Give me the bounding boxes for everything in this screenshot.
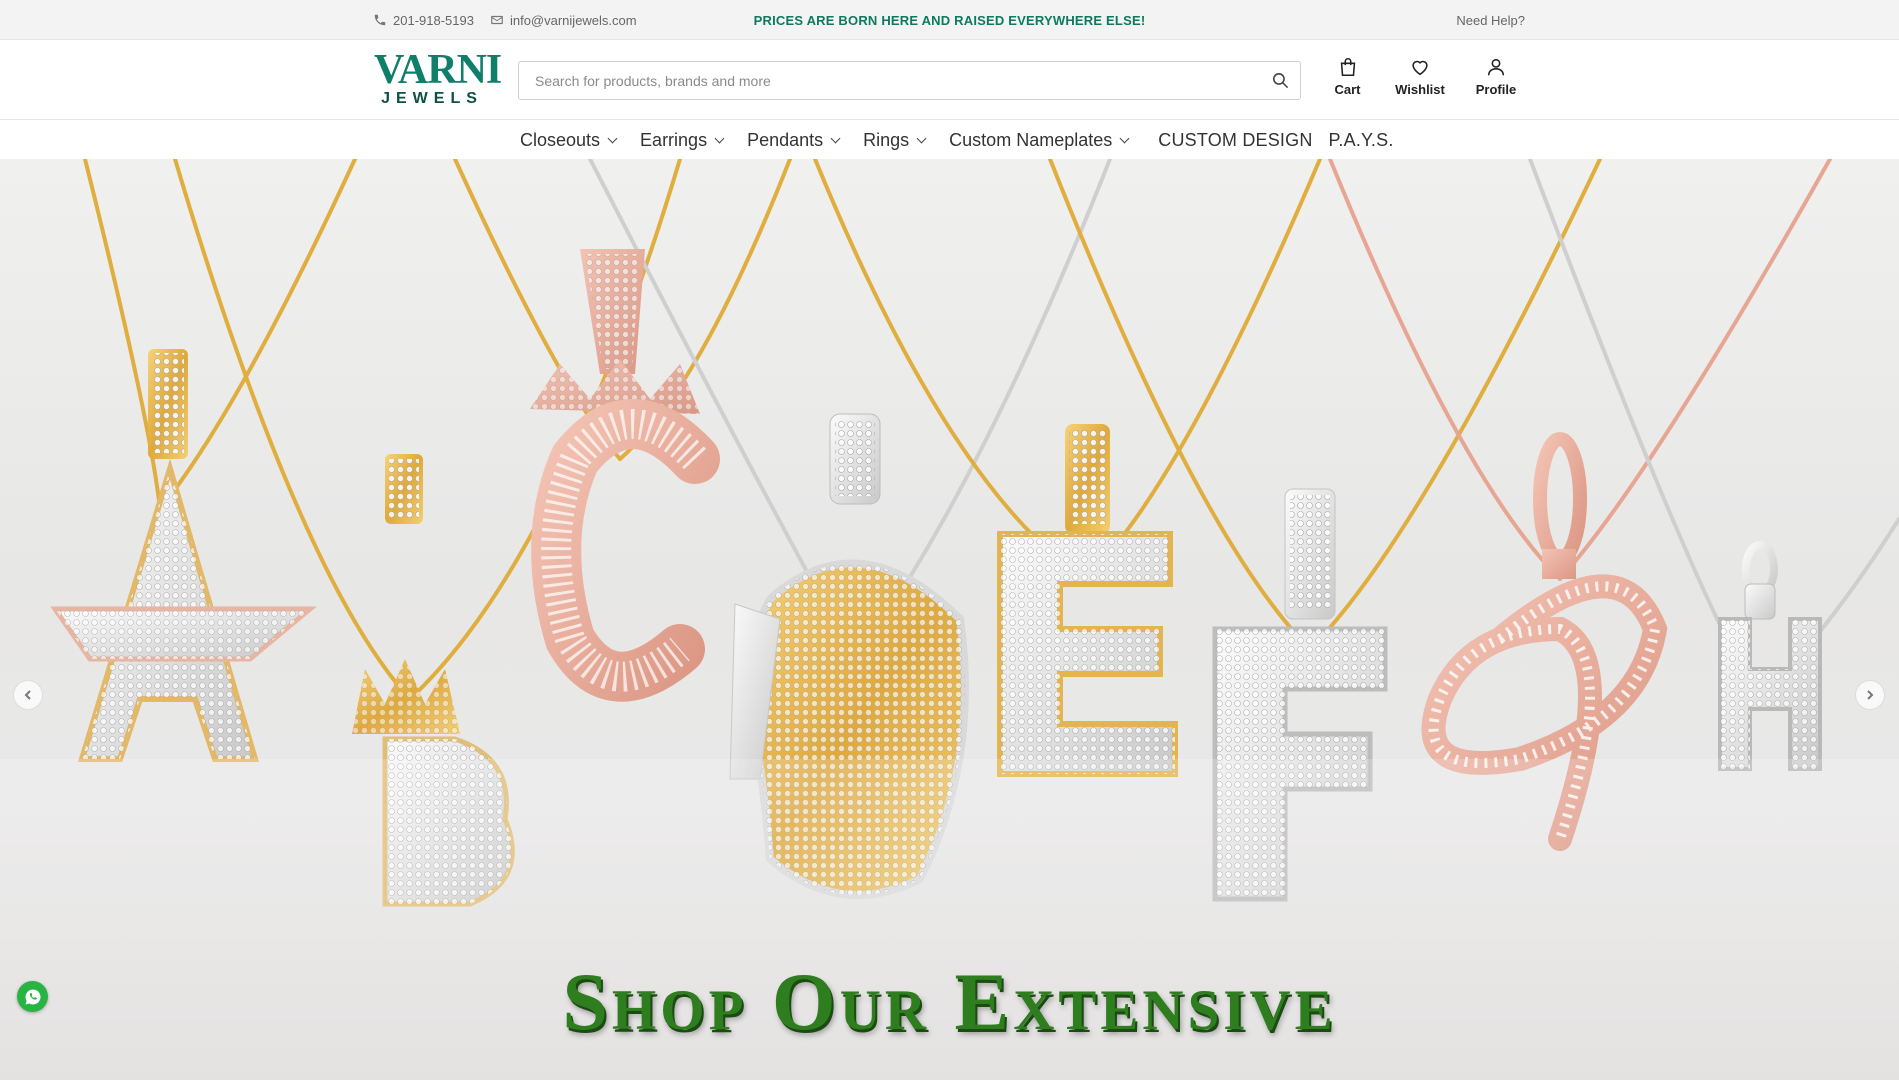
pendant-letter-c <box>530 249 720 702</box>
hero-carousel[interactable]: Shop Our Extensive <box>0 159 1899 1080</box>
nav-item-rings[interactable]: Rings <box>863 129 927 151</box>
email-link[interactable]: info@varnijewels.com <box>490 13 637 28</box>
nav-label: Closeouts <box>520 129 601 150</box>
cart-label: Cart <box>1334 82 1361 97</box>
phone-icon <box>374 14 386 26</box>
search-bar <box>518 61 1301 100</box>
nav-item-custom-nameplates[interactable]: Custom Nameplates <box>949 129 1130 151</box>
profile-label: Profile <box>1475 82 1517 97</box>
chevron-right-icon <box>1867 690 1874 700</box>
email-address: info@varnijewels.com <box>509 12 637 28</box>
chain-lines <box>83 159 1899 701</box>
nav-label: Pendants <box>747 129 824 150</box>
chevron-down-icon <box>1119 133 1130 143</box>
envelope-icon <box>491 15 503 25</box>
chevron-down-icon <box>830 133 841 143</box>
chevron-down-icon <box>607 133 618 143</box>
logo[interactable]: VARNI JEWELS <box>374 47 502 110</box>
carousel-next-button[interactable] <box>1855 680 1885 710</box>
pendant-letter-a <box>50 349 317 762</box>
nav-item-closeouts[interactable]: Closeouts <box>520 129 618 151</box>
pendant-letter-h <box>1718 541 1822 771</box>
carousel-prev-button[interactable] <box>13 680 43 710</box>
nav-label: CUSTOM DESIGN <box>1158 129 1313 150</box>
main-navigation: Closeouts Earrings Pendants Rings Custom… <box>0 121 1899 159</box>
chevron-down-icon <box>714 133 725 143</box>
nav-item-pays[interactable]: P.A.Y.S. <box>1329 130 1394 151</box>
nav-label: Rings <box>863 129 910 150</box>
nav-label: Custom Nameplates <box>949 129 1113 150</box>
profile-button[interactable]: Profile <box>1468 56 1524 97</box>
promo-banner-text: PRICES ARE BORN HERE AND RAISED EVERYWHE… <box>753 12 1146 28</box>
nav-item-earrings[interactable]: Earrings <box>640 129 725 151</box>
nav-item-pendants[interactable]: Pendants <box>747 129 841 151</box>
nav-label: Earrings <box>640 129 708 150</box>
phone-number: 201-918-5193 <box>393 12 474 28</box>
nav-item-custom-design[interactable]: CUSTOM DESIGN <box>1158 130 1312 151</box>
search-icon[interactable] <box>1271 71 1290 90</box>
whatsapp-icon <box>25 989 40 1004</box>
header-actions: Cart Wishlist Profile <box>1320 56 1524 97</box>
user-icon <box>1487 58 1505 76</box>
hero-headline: Shop Our Extensive <box>562 956 1337 1047</box>
phone-link[interactable]: 201-918-5193 <box>373 13 474 28</box>
heart-icon <box>1412 60 1428 76</box>
need-help-link[interactable]: Need Help? <box>1456 0 1525 40</box>
nav-label: P.A.Y.S. <box>1328 129 1394 150</box>
chevron-left-icon <box>24 690 31 700</box>
cart-button[interactable]: Cart <box>1320 56 1375 97</box>
site-header: VARNI JEWELS Cart Wishlist Profile <box>0 40 1899 120</box>
search-input[interactable] <box>519 62 1239 99</box>
logo-subtitle: JEWELS <box>381 90 483 107</box>
logo-wordmark: VARNI <box>374 47 502 93</box>
top-utility-bar: 201-918-5193 info@varnijewels.com PRICES… <box>0 0 1899 40</box>
pendant-letter-e <box>997 424 1178 777</box>
wishlist-button[interactable]: Wishlist <box>1387 56 1453 97</box>
chevron-down-icon <box>916 133 927 143</box>
hero-pendant-image <box>0 159 1899 1080</box>
whatsapp-chat-button[interactable] <box>17 981 48 1012</box>
wishlist-label: Wishlist <box>1395 82 1445 97</box>
shopping-bag-icon <box>1340 58 1355 77</box>
contact-info: 201-918-5193 info@varnijewels.com <box>373 0 637 40</box>
